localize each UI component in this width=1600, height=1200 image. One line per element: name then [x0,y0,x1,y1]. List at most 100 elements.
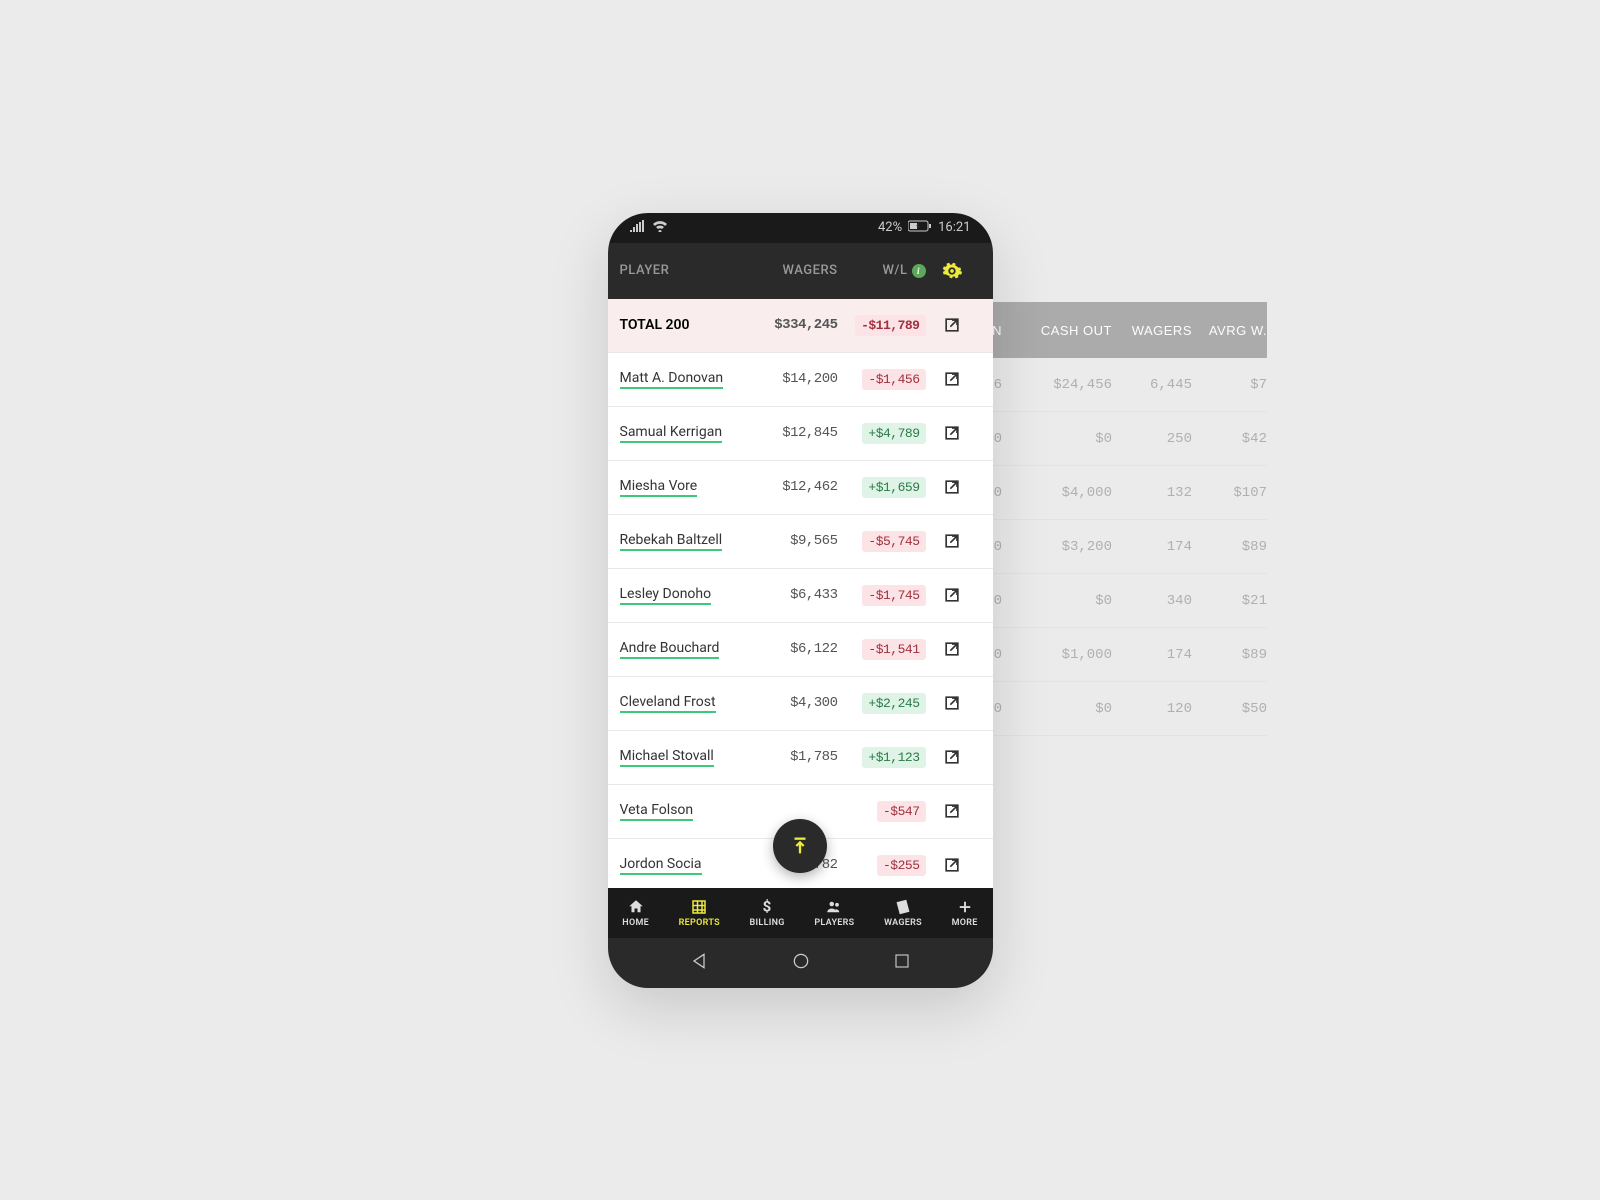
android-nav-bar [608,938,993,988]
column-wagers[interactable]: WAGERS [758,263,838,278]
people-icon [825,898,843,916]
nav-wagers[interactable]: WAGERS [884,898,922,928]
row-open-button[interactable] [926,585,978,605]
wagers-value: $6,433 [758,587,838,603]
table-row[interactable]: Andre Bouchard $6,122 -$1,541 [608,623,993,677]
table-row[interactable]: Miesha Vore $12,462 +$1,659 [608,461,993,515]
total-open-button[interactable] [926,315,978,335]
cash-out-value: $0 [1002,431,1112,447]
wl-value: -$547 [877,801,926,822]
player-name-link[interactable]: Lesley Donoho [620,586,712,605]
gear-icon [941,260,963,282]
nav-more-label: MORE [952,918,978,928]
status-bar: 42% 16:21 [608,213,993,243]
nav-home[interactable]: HOME [622,898,649,928]
wagers-value: $1,785 [758,749,838,765]
wl-value: +$4,789 [862,423,925,444]
avrg-value: $7 [1192,377,1267,393]
open-external-icon [942,639,962,659]
android-recent-button[interactable] [893,952,911,974]
clock-text: 16:21 [938,220,970,235]
row-open-button[interactable] [926,693,978,713]
nav-reports[interactable]: REPORTS [679,898,720,928]
table-row[interactable]: Lesley Donoho $6,433 -$1,745 [608,569,993,623]
open-external-icon [942,585,962,605]
wagers-ext-value: 340 [1112,593,1192,609]
wl-label: W/L [882,263,907,278]
column-wl[interactable]: W/L i [838,263,926,278]
nav-billing[interactable]: $ BILLING [750,898,785,928]
android-back-button[interactable] [689,951,709,975]
wagers-value: $6,122 [758,641,838,657]
wagers-value: $12,462 [758,479,838,495]
wagers-ext-value: 174 [1112,539,1192,555]
row-open-button[interactable] [926,639,978,659]
open-external-icon [942,477,962,497]
player-name-link[interactable]: Veta Folson [620,802,694,821]
wagers-value: $9,565 [758,533,838,549]
phone-frame: 42% 16:21 PLAYER WAGERS W/L i TOTAL 200 … [608,213,993,988]
settings-button[interactable] [926,260,978,282]
nav-more[interactable]: MORE [952,898,978,928]
wl-value: -$1,541 [862,639,925,660]
avrg-value: $107 [1192,485,1267,501]
total-label: TOTAL 200 [620,317,690,333]
table-header: PLAYER WAGERS W/L i [608,243,993,299]
android-home-button[interactable] [791,951,811,975]
table-row[interactable]: Cleveland Frost $4,300 +$2,245 [608,677,993,731]
svg-text:$: $ [763,898,772,916]
player-name-link[interactable]: Miesha Vore [620,478,698,497]
battery-text: 42% [878,220,902,235]
avrg-value: $89 [1192,539,1267,555]
table-row[interactable]: Matt A. Donovan$14,200-$1,456 [608,353,993,407]
open-external-icon [942,531,962,551]
wagers-ext-value: 6,445 [1112,377,1192,393]
column-avrg: AVRG W. [1192,323,1267,338]
cash-out-value: $0 [1002,701,1112,717]
row-open-button[interactable] [926,531,978,551]
table-row[interactable]: Rebekah Baltzell $9,565 -$5,745 [608,515,993,569]
total-wagers: $334,245 [758,317,838,333]
table-row[interactable]: Michael Stovall$1,785+$1,123 [608,731,993,785]
row-open-button[interactable] [926,369,978,389]
wagers-value: $4,300 [758,695,838,711]
row-open-button[interactable] [926,423,978,443]
row-open-button[interactable] [926,747,978,767]
nav-players[interactable]: PLAYERS [814,898,854,928]
circle-icon [791,951,811,971]
column-player[interactable]: PLAYER [618,263,758,278]
player-name-link[interactable]: Jordon Socia [620,856,702,875]
wl-value: -$5,745 [862,531,925,552]
open-external-icon [942,423,962,443]
row-open-button[interactable] [926,477,978,497]
arrow-top-icon [789,835,811,857]
wl-value: -$255 [877,855,926,876]
scroll-to-top-button[interactable] [773,819,827,873]
open-external-icon [942,801,962,821]
player-name-link[interactable]: Michael Stovall [620,748,714,767]
column-cash-out: CASH OUT [1002,323,1112,338]
wl-value: +$2,245 [862,693,925,714]
row-open-button[interactable] [926,855,978,875]
player-name-link[interactable]: Matt A. Donovan [620,370,724,389]
nav-home-label: HOME [622,918,649,928]
wagers-ext-value: 250 [1112,431,1192,447]
cash-out-value: $1,000 [1002,647,1112,663]
avrg-value: $42 [1192,431,1267,447]
wagers-ext-value: 120 [1112,701,1192,717]
player-name-link[interactable]: Samual Kerrigan [620,424,723,443]
wl-value: -$1,456 [862,369,925,390]
triangle-back-icon [689,951,709,971]
grid-icon [690,898,708,916]
column-wagers-ext: WAGERS [1112,323,1192,338]
wl-value: +$1,659 [862,477,925,498]
wl-value: -$1,745 [862,585,925,606]
nav-wagers-label: WAGERS [884,918,922,928]
row-open-button[interactable] [926,801,978,821]
player-name-link[interactable]: Andre Bouchard [620,640,720,659]
open-external-icon [942,747,962,767]
player-name-link[interactable]: Cleveland Frost [620,694,716,713]
info-icon[interactable]: i [912,264,926,278]
table-row[interactable]: Samual Kerrigan$12,845+$4,789 [608,407,993,461]
player-name-link[interactable]: Rebekah Baltzell [620,532,723,551]
